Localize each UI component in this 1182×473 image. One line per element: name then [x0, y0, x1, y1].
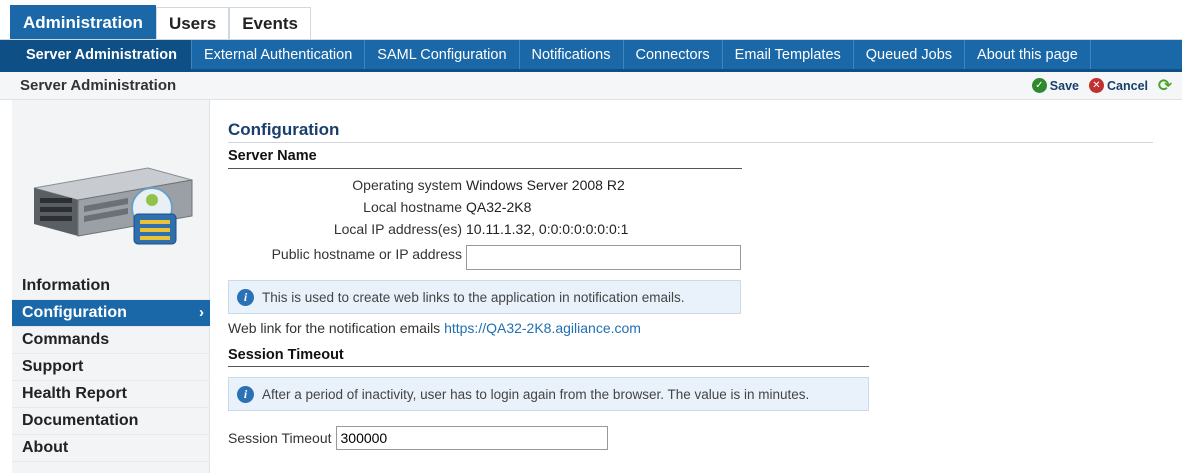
- row-public-hostname: Public hostname or IP address: [228, 244, 748, 270]
- sidebar-item-health-report[interactable]: Health Report: [12, 381, 210, 408]
- top-tab-bar: Administration Users Events: [0, 0, 1182, 40]
- hostname-value: QA32-2K8: [466, 199, 532, 215]
- info-text: This is used to create web links to the …: [262, 289, 685, 305]
- tab-administration[interactable]: Administration: [10, 5, 156, 39]
- subnav-saml-configuration[interactable]: SAML Configuration: [365, 40, 520, 69]
- session-timeout-label: Session Timeout: [228, 430, 332, 446]
- sidebar-item-support[interactable]: Support: [12, 354, 210, 381]
- sidebar-item-about[interactable]: About: [12, 435, 210, 462]
- sidebar-item-label: Documentation: [22, 412, 139, 429]
- breadcrumb: Server Administration ✓ Save ✕ Cancel ⟳: [0, 72, 1182, 100]
- info-box-session: i After a period of inactivity, user has…: [228, 377, 869, 411]
- subnav-about-this-page[interactable]: About this page: [965, 40, 1091, 69]
- subnav-queued-jobs[interactable]: Queued Jobs: [854, 40, 966, 69]
- sidebar-item-information[interactable]: Information: [12, 273, 210, 300]
- divider: [228, 366, 869, 367]
- cancel-button[interactable]: ✕ Cancel: [1089, 78, 1148, 93]
- os-value: Windows Server 2008 R2: [466, 177, 625, 193]
- cancel-label: Cancel: [1107, 78, 1148, 93]
- refresh-icon[interactable]: ⟳: [1156, 76, 1174, 95]
- web-link[interactable]: https://QA32-2K8.agiliance.com: [444, 320, 641, 336]
- ip-label: Local IP address(es): [333, 221, 462, 237]
- info-box-web-links: i This is used to create web links to th…: [228, 280, 741, 314]
- sidebar-item-label: Configuration: [22, 304, 127, 321]
- sidebar-item-label: Commands: [22, 331, 110, 348]
- server-icon: [33, 167, 193, 245]
- divider: [228, 168, 742, 169]
- check-icon: ✓: [1031, 78, 1047, 93]
- info-icon: i: [237, 288, 254, 306]
- sidebar-item-label: Information: [22, 277, 110, 294]
- tab-events[interactable]: Events: [229, 7, 311, 39]
- save-label: Save: [1049, 78, 1079, 93]
- sidebar-item-label: About: [22, 439, 69, 456]
- subnav-external-authentication[interactable]: External Authentication: [192, 40, 366, 69]
- sidebar-item-configuration[interactable]: Configuration ›: [12, 300, 210, 327]
- sidebar-item-documentation[interactable]: Documentation: [12, 408, 210, 435]
- page-title: Server Administration: [20, 77, 177, 94]
- os-label: Operating system: [352, 177, 462, 193]
- subnav-connectors[interactable]: Connectors: [624, 40, 723, 69]
- info-text: After a period of inactivity, user has t…: [262, 386, 810, 402]
- divider: [228, 142, 1153, 143]
- subnav-server-administration[interactable]: Server Administration: [0, 40, 192, 69]
- subnav-notifications[interactable]: Notifications: [520, 40, 624, 69]
- hostname-label: Local hostname: [363, 199, 462, 215]
- web-link-label: Web link for the notification emails: [228, 320, 441, 336]
- sidebar-item-label: Health Report: [22, 385, 127, 402]
- sidebar-item-label: Support: [22, 358, 84, 375]
- sidebar: Information Configuration › Commands Supp…: [12, 100, 210, 473]
- info-icon: i: [237, 385, 254, 403]
- sub-nav-bar: Server Administration External Authentic…: [0, 40, 1182, 72]
- save-button[interactable]: ✓ Save: [1031, 78, 1079, 93]
- row-web-link: Web link for the notification emails htt…: [228, 320, 641, 336]
- session-timeout-input[interactable]: [335, 426, 608, 450]
- row-local-ip: Local IP address(es) 10.11.1.32, 0:0:0:0…: [228, 219, 748, 239]
- public-hostname-input[interactable]: [466, 244, 741, 270]
- tab-users[interactable]: Users: [155, 7, 230, 39]
- main-content: Configuration Server Name Operating syst…: [228, 100, 1158, 473]
- sidebar-item-commands[interactable]: Commands: [12, 327, 210, 354]
- heading-session-timeout: Session Timeout: [228, 347, 344, 363]
- section-title-configuration: Configuration: [228, 120, 340, 139]
- public-hostname-label: Public hostname or IP address: [271, 246, 462, 262]
- ip-value: 10.11.1.32, 0:0:0:0:0:0:0:1: [466, 221, 629, 237]
- sidebar-menu: Information Configuration › Commands Supp…: [12, 273, 210, 462]
- row-session-timeout: Session Timeout: [228, 426, 608, 450]
- subnav-email-templates[interactable]: Email Templates: [723, 40, 854, 69]
- row-operating-system: Operating system Windows Server 2008 R2: [228, 175, 748, 195]
- chevron-right-icon: ›: [199, 304, 204, 321]
- row-local-hostname: Local hostname QA32-2K8: [228, 197, 748, 217]
- close-icon: ✕: [1089, 78, 1104, 93]
- heading-server-name: Server Name: [228, 148, 317, 164]
- action-toolbar: ✓ Save ✕ Cancel ⟳: [1026, 76, 1174, 95]
